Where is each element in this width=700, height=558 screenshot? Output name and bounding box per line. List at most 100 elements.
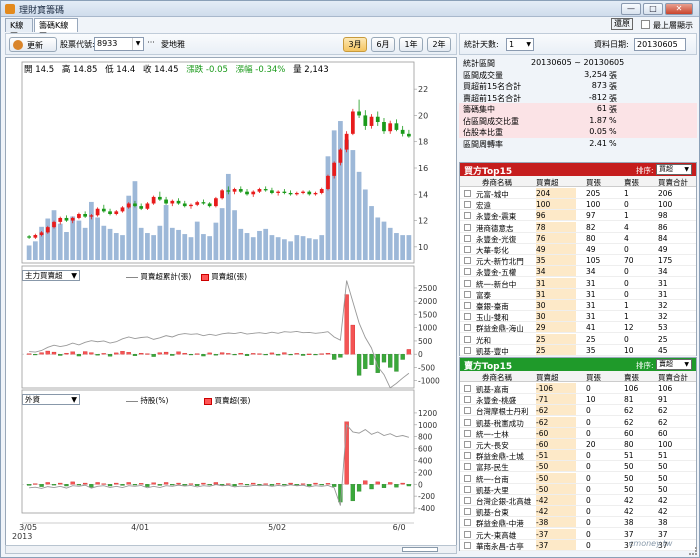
- table-row[interactable]: 永豐金-震東 96 97 1 98: [460, 210, 696, 222]
- restore-button[interactable]: 還原: [611, 18, 633, 30]
- row-checkbox[interactable]: [464, 441, 471, 448]
- maximize-button[interactable]: □: [643, 3, 663, 15]
- table-row[interactable]: 群益金鼎-海山 29 41 12 53: [460, 322, 696, 334]
- table-row[interactable]: 玉山-雙和 30 31 1 32: [460, 311, 696, 323]
- table-row[interactable]: 統一-台南 -50 0 50 50: [460, 472, 696, 484]
- stat-row: 區間成交量 3,254 張: [459, 69, 697, 81]
- row-checkbox[interactable]: [464, 313, 471, 321]
- y-tick-label: 14: [418, 190, 428, 199]
- row-checkbox[interactable]: [464, 257, 471, 265]
- col-net: 買賣超: [536, 178, 559, 187]
- volume-bar: [101, 225, 107, 260]
- table-row[interactable]: 群益金鼎-土城 -51 0 51 51: [460, 450, 696, 462]
- chart-area[interactable]: 開 14.5 高 14.85 低 14.4 收 14.45 漲跌 -0.05 漲…: [5, 57, 457, 547]
- title-bar[interactable]: 理財寶籌碼 — □ ✕: [1, 1, 699, 17]
- period-1y-button[interactable]: 1年: [399, 37, 423, 52]
- date-field[interactable]: 20130605: [634, 38, 686, 51]
- row-checkbox[interactable]: [464, 290, 471, 298]
- row-checkbox[interactable]: [464, 519, 471, 527]
- table-row[interactable]: 港商德意志 78 82 4 86: [460, 221, 696, 233]
- horizontal-scrollbar[interactable]: [5, 545, 457, 554]
- row-checkbox[interactable]: [464, 508, 471, 516]
- row-checkbox[interactable]: [464, 429, 471, 437]
- update-button[interactable]: 更新: [9, 37, 57, 52]
- row-checkbox[interactable]: [464, 541, 471, 549]
- table-row[interactable]: 群益金鼎-中港 -38 0 38 38: [460, 517, 696, 529]
- row-checkbox[interactable]: [464, 396, 471, 404]
- charts-svg[interactable]: 3/05 4/01 5/02 6/0 2013 10 12 14 16 18 20 22 -1000 -5…: [6, 58, 456, 546]
- row-checkbox[interactable]: [464, 385, 471, 392]
- period-6m-button[interactable]: 6月: [371, 37, 395, 52]
- row-checkbox[interactable]: [464, 324, 471, 332]
- total-value: 31: [658, 289, 668, 299]
- table-row[interactable]: 凱基-台東 -42 0 42 42: [460, 506, 696, 518]
- table-row[interactable]: 台灣企銀-北高雄 -42 0 42 42: [460, 495, 696, 506]
- tab-kline[interactable]: K線圖: [5, 18, 33, 41]
- resize-grip[interactable]: [689, 547, 697, 555]
- browse-button[interactable]: ···: [146, 38, 156, 50]
- minimize-button[interactable]: —: [621, 3, 641, 15]
- table-row[interactable]: 台灣摩根士丹利 -62 0 62 62: [460, 405, 696, 417]
- scroll-thumb[interactable]: [402, 547, 438, 552]
- table-row[interactable]: 臺銀-臺南 30 31 1 32: [460, 300, 696, 311]
- table-row[interactable]: 凱基-大里 -50 0 50 50: [460, 483, 696, 495]
- row-checkbox[interactable]: [464, 246, 471, 253]
- table-row[interactable]: 元富-城中 204 205 1 206: [460, 188, 696, 199]
- stat-row: 統計區間 20130605 ~ 20130605: [459, 57, 697, 69]
- row-checkbox[interactable]: [464, 212, 471, 220]
- table-row[interactable]: 元大-東高雄 -37 0 37 37: [460, 528, 696, 540]
- row-checkbox[interactable]: [464, 407, 471, 415]
- chevron-down-icon[interactable]: ▼: [132, 38, 143, 50]
- table-row[interactable]: 富泰 31 31 0 31: [460, 288, 696, 300]
- row-checkbox[interactable]: [464, 234, 471, 242]
- table-row[interactable]: 凱基-嘉南 -106 0 106 106: [460, 383, 696, 394]
- table-row[interactable]: 富邦-民生 -50 0 50 50: [460, 461, 696, 473]
- net-value: -62: [536, 416, 576, 427]
- row-checkbox[interactable]: [464, 346, 471, 354]
- volume-bar: [338, 121, 343, 260]
- row-checkbox[interactable]: [464, 530, 471, 538]
- table-row[interactable]: 凱基-豐中 25 35 10 45: [460, 344, 696, 356]
- table-row[interactable]: 元大-長安 -60 20 80 100: [460, 439, 696, 450]
- row-checkbox[interactable]: [464, 335, 471, 343]
- candle-body: [214, 198, 218, 207]
- period-3m-button[interactable]: 3月: [343, 37, 367, 52]
- row-checkbox[interactable]: [464, 302, 471, 309]
- net-bar: [145, 484, 150, 487]
- volume-bar: [275, 237, 281, 260]
- total-value: 175: [658, 256, 673, 266]
- row-checkbox[interactable]: [464, 485, 471, 493]
- period-2y-button[interactable]: 2年: [427, 37, 451, 52]
- close-button[interactable]: ✕: [665, 3, 693, 15]
- stat-value: 2.41: [589, 138, 607, 148]
- buy-value: 35: [586, 345, 596, 355]
- table-row[interactable]: 永豐金-桃盛 -71 10 81 91: [460, 394, 696, 406]
- row-checkbox[interactable]: [464, 452, 471, 460]
- always-top-checkbox[interactable]: [641, 20, 650, 29]
- row-checkbox[interactable]: [464, 279, 471, 287]
- row-checkbox[interactable]: [464, 268, 471, 276]
- table-row[interactable]: 永豐金-光復 76 80 4 84: [460, 232, 696, 244]
- row-checkbox[interactable]: [464, 418, 471, 426]
- table-row[interactable]: 元大-新竹北門 35 105 70 175: [460, 255, 696, 267]
- tab-chip-kline[interactable]: 籌碼K線圖: [34, 18, 78, 41]
- row-checkbox[interactable]: [464, 190, 471, 197]
- table-row[interactable]: 宏遠 100 100 0 100: [460, 199, 696, 211]
- net-bar: [182, 484, 187, 486]
- row-checkbox[interactable]: [464, 223, 471, 231]
- net-bar: [388, 482, 393, 485]
- buy-sort-select[interactable]: 買超 ▼: [656, 164, 692, 175]
- table-row[interactable]: 光和 25 25 0 25: [460, 333, 696, 345]
- table-row[interactable]: 凱基-稅憲成功 -62 0 62 62: [460, 416, 696, 428]
- table-row[interactable]: 統一-新台中 31 31 0 31: [460, 277, 696, 289]
- table-row[interactable]: 大華-彰化 49 49 0 49: [460, 244, 696, 255]
- row-checkbox[interactable]: [464, 463, 471, 471]
- days-select[interactable]: 1 ▼: [506, 38, 534, 51]
- table-row[interactable]: 永豐金-五權 34 34 0 34: [460, 266, 696, 278]
- row-checkbox[interactable]: [464, 474, 471, 482]
- sell-sort-select[interactable]: 賣超 ▼: [656, 359, 692, 370]
- row-checkbox[interactable]: [464, 201, 471, 209]
- table-row[interactable]: 統一-士林 -60 0 60 60: [460, 427, 696, 439]
- candle-body: [139, 206, 144, 209]
- row-checkbox[interactable]: [464, 497, 471, 504]
